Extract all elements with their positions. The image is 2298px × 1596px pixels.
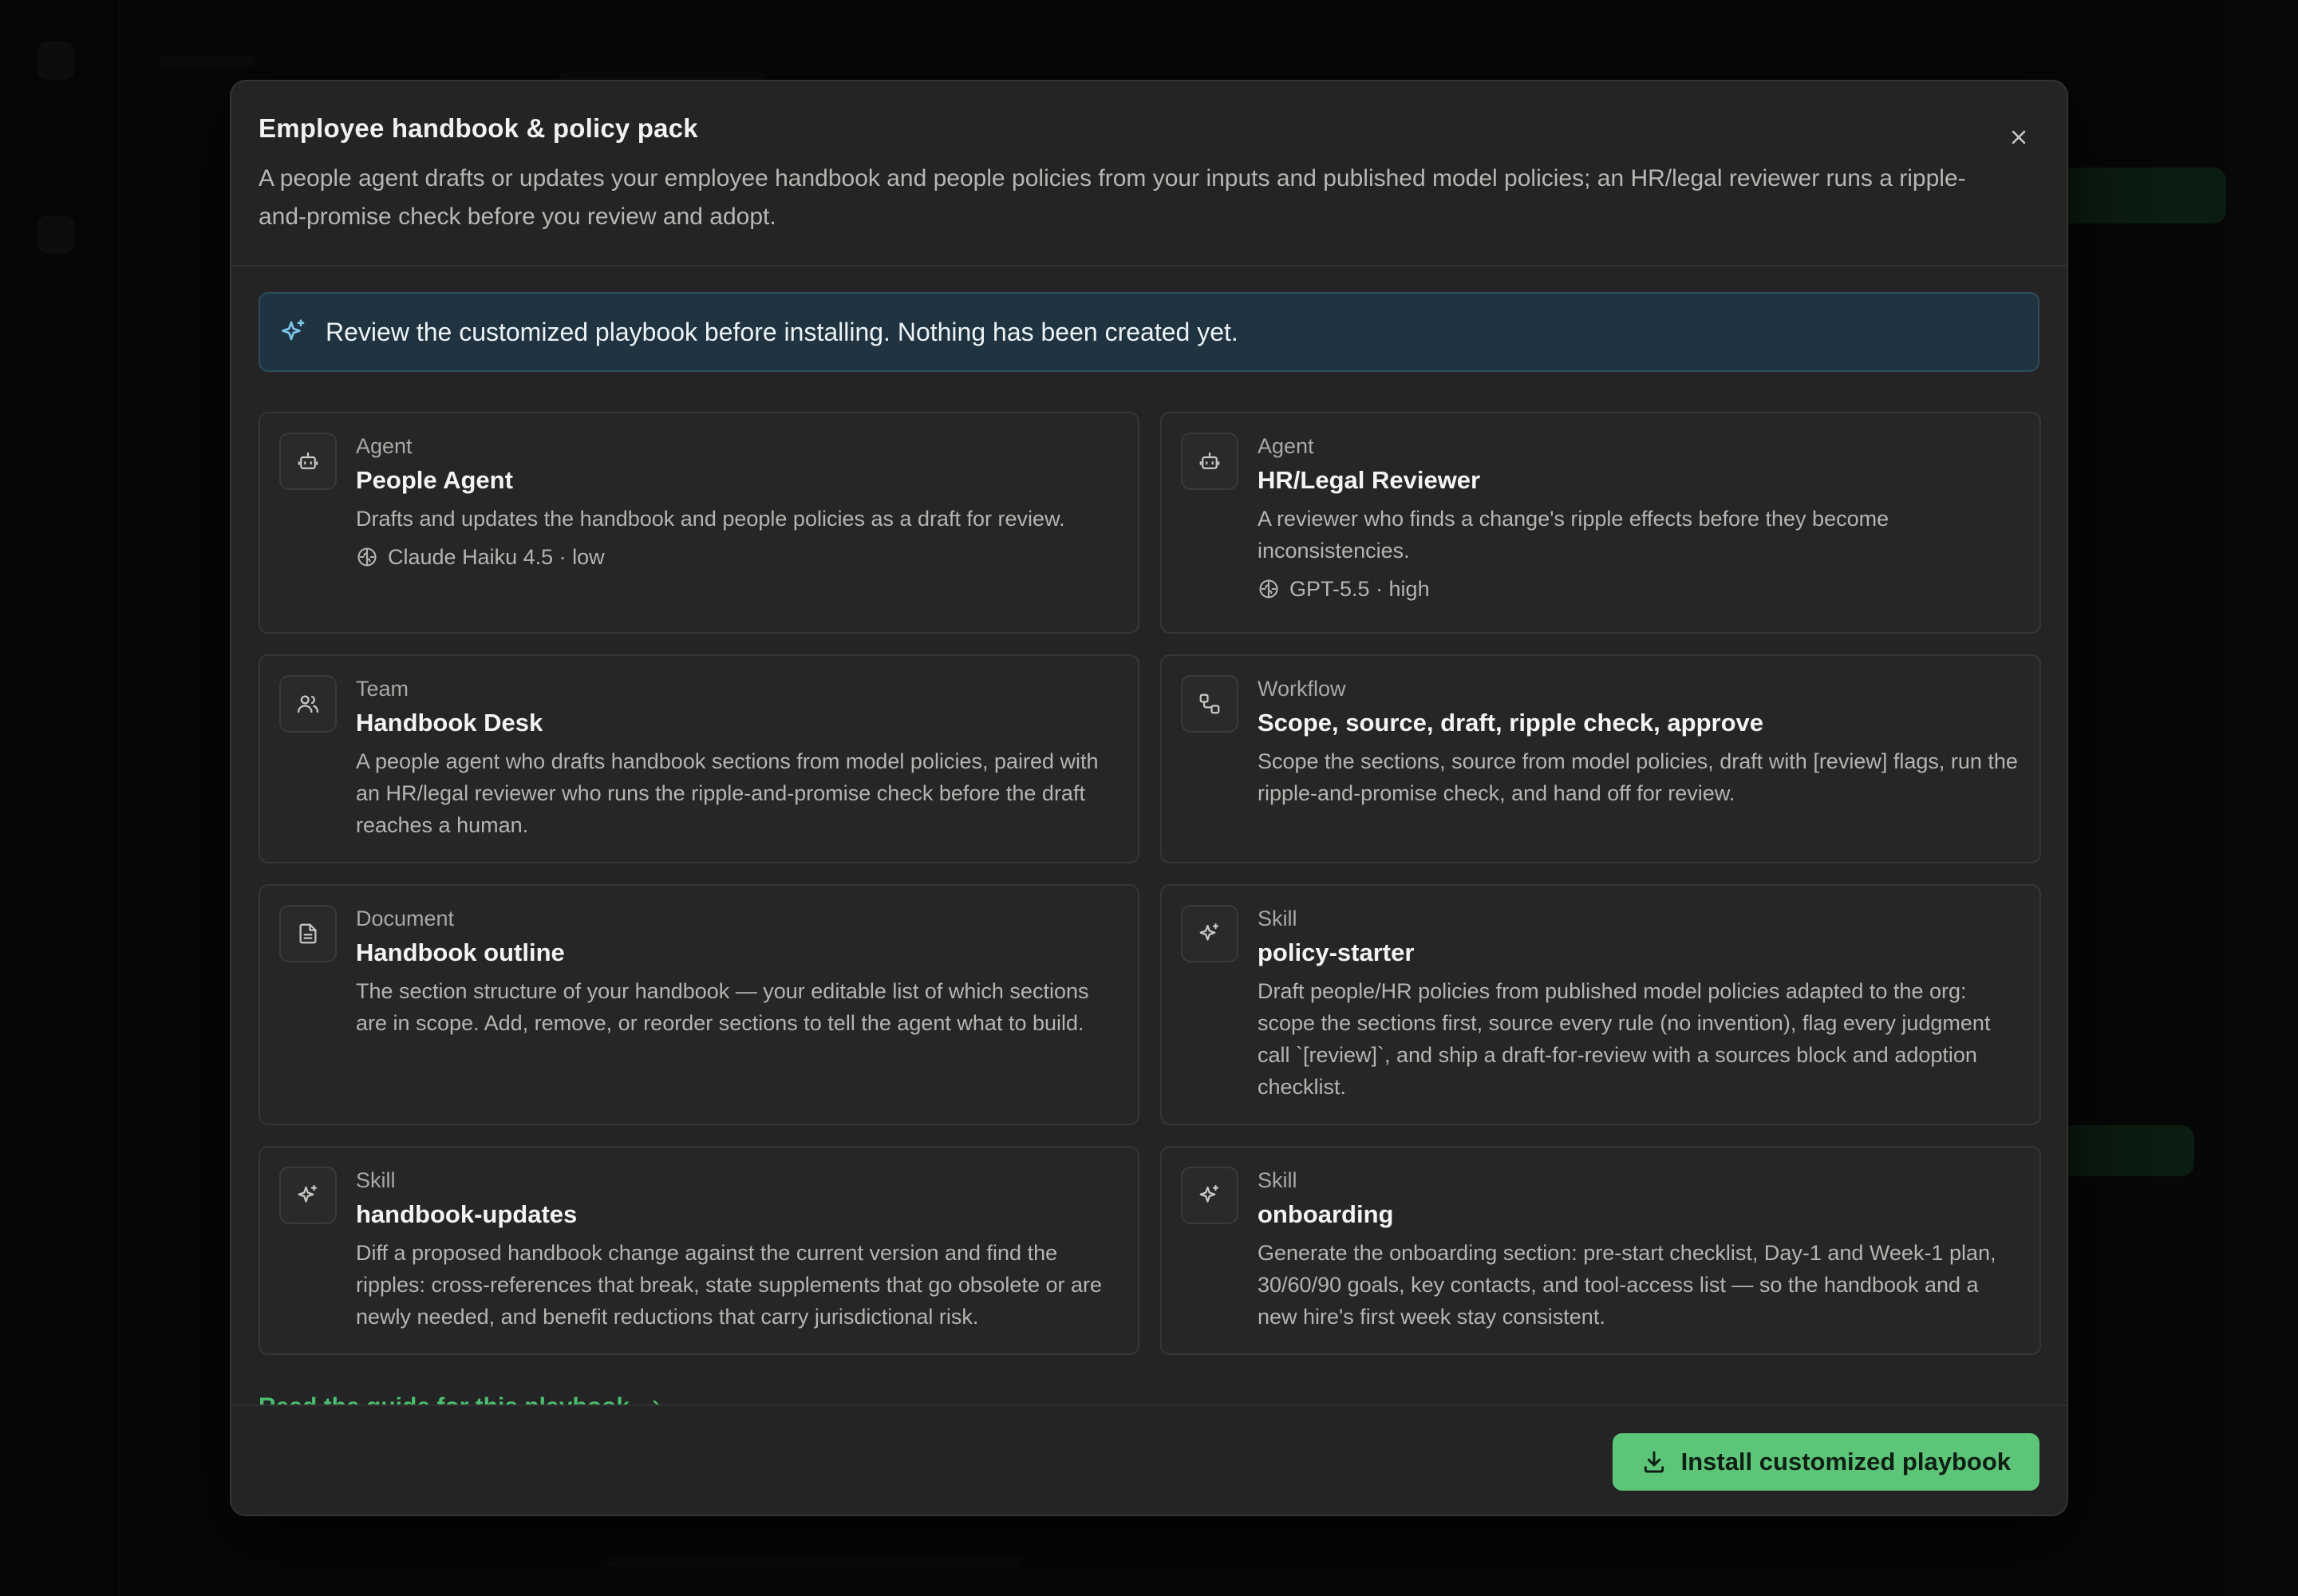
card-title: Scope, source, draft, ripple check, appr… (1258, 709, 1763, 737)
card-kind: Agent (356, 434, 413, 458)
download-icon (1644, 1451, 1664, 1473)
modal-header: Employee handbook & policy pack A people… (231, 81, 2067, 267)
modal-body[interactable]: Review the customized playbook before in… (231, 267, 2067, 1487)
card-description: Scope the sections, source from model po… (1258, 749, 2018, 805)
card-kind: Skill (1258, 907, 1297, 930)
modal-title: Employee handbook & policy pack (259, 113, 698, 143)
install-playbook-button[interactable]: Install customized playbook (1612, 1433, 2039, 1491)
close-button[interactable] (1998, 117, 2039, 158)
card-handbook-outline[interactable]: Document Handbook outline The section st… (259, 884, 1139, 1125)
card-model: GPT-5.5 · high (1258, 573, 2020, 605)
modal-description: A people agent drafts or updates your em… (259, 165, 1966, 230)
card-description: A people agent who drafts handbook secti… (356, 749, 1099, 837)
install-button-label: Install customized playbook (1680, 1448, 2011, 1476)
users-icon (279, 675, 337, 733)
card-title: People Agent (356, 466, 513, 494)
card-skill-onboarding[interactable]: Skill onboarding Generate the onboarding… (1160, 1146, 2041, 1355)
close-icon (2012, 130, 2026, 144)
sparkle-icon (279, 1167, 337, 1224)
card-kind: Team (356, 677, 409, 701)
modal-footer: Install customized playbook (231, 1404, 2067, 1515)
card-model: Claude Haiku 4.5 · low (356, 541, 1119, 573)
card-title: Handbook outline (356, 938, 565, 966)
card-description: A reviewer who finds a change's ripple e… (1258, 507, 1889, 563)
sparkle-icon (1181, 1167, 1238, 1224)
bot-icon (1181, 433, 1238, 490)
card-title: HR/Legal Reviewer (1258, 466, 1481, 494)
card-kind: Agent (1258, 434, 1314, 458)
card-description: Diff a proposed handbook change against … (356, 1241, 1102, 1329)
card-kind: Skill (356, 1168, 396, 1192)
info-banner: Review the customized playbook before in… (259, 292, 2039, 372)
sparkle-icon (282, 319, 305, 341)
card-model-text: GPT-5.5 · high (1289, 577, 1430, 601)
card-title: Handbook Desk (356, 709, 543, 737)
banner-text: Review the customized playbook before in… (326, 317, 1238, 346)
card-title: handbook-updates (356, 1200, 578, 1228)
card-skill-policy-starter[interactable]: Skill policy-starter Draft people/HR pol… (1160, 884, 2041, 1125)
brain-icon (1259, 579, 1278, 598)
brain-icon (357, 547, 377, 567)
card-title: policy-starter (1258, 938, 1415, 966)
card-title: onboarding (1258, 1200, 1394, 1228)
card-kind: Workflow (1258, 677, 1346, 701)
card-description: Drafts and updates the handbook and peop… (356, 507, 1065, 531)
playbook-items-grid: Agent People Agent Drafts and updates th… (259, 412, 2041, 1376)
card-description: Draft people/HR policies from published … (1258, 979, 1991, 1099)
bot-icon (279, 433, 337, 490)
card-model-text: Claude Haiku 4.5 · low (388, 545, 605, 569)
document-icon (279, 905, 337, 962)
card-skill-handbook-updates[interactable]: Skill handbook-updates Diff a proposed h… (259, 1146, 1139, 1355)
card-kind: Skill (1258, 1168, 1297, 1192)
card-people-agent[interactable]: Agent People Agent Drafts and updates th… (259, 412, 1139, 634)
card-kind: Document (356, 907, 455, 930)
card-workflow[interactable]: Workflow Scope, source, draft, ripple ch… (1160, 654, 2041, 863)
card-description: Generate the onboarding section: pre-sta… (1258, 1241, 1996, 1329)
workflow-icon (1181, 675, 1238, 733)
sparkle-icon (1181, 905, 1238, 962)
card-handbook-desk[interactable]: Team Handbook Desk A people agent who dr… (259, 654, 1139, 863)
playbook-install-modal: Employee handbook & policy pack A people… (230, 80, 2068, 1516)
card-description: The section structure of your handbook —… (356, 979, 1089, 1035)
card-hr-legal-reviewer[interactable]: Agent HR/Legal Reviewer A reviewer who f… (1160, 412, 2041, 634)
